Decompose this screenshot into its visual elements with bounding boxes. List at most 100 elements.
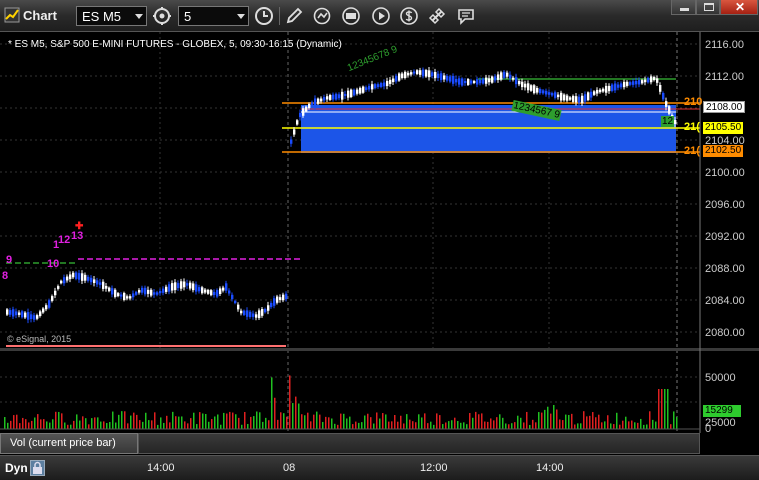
price-chart[interactable]: 2116.00 2112.00 2104.00 2100.00 2096.00 … (0, 32, 759, 433)
volume-bar (475, 411, 477, 429)
maximize-button[interactable] (696, 0, 720, 15)
horizontal-scrollbar[interactable] (138, 433, 700, 454)
volume-bar (619, 424, 621, 429)
volume-bar (592, 412, 594, 429)
candle (641, 80, 644, 84)
candle (644, 79, 647, 83)
candle (464, 80, 467, 84)
candle (153, 292, 156, 295)
candle (668, 106, 671, 114)
candle (219, 288, 222, 294)
candle (488, 78, 491, 83)
volume-bar (655, 421, 657, 429)
candle (434, 71, 437, 79)
volume-bar (103, 421, 105, 429)
volume-bar (499, 414, 501, 429)
chevron-down-icon[interactable] (135, 14, 143, 19)
volume-bar (517, 415, 519, 429)
volume-bar (379, 418, 381, 429)
volume-bar (223, 412, 225, 429)
clock-icon[interactable] (253, 5, 275, 27)
volume-bar (469, 413, 471, 429)
candle (482, 78, 485, 84)
price-tick: 2088.00 (705, 263, 745, 275)
time-axis[interactable]: Dyn 14:00 08 12:00 14:00 (0, 455, 759, 480)
candle (135, 291, 138, 295)
lock-icon[interactable] (30, 460, 45, 476)
candle (569, 97, 572, 100)
candle (584, 94, 587, 102)
candle (69, 274, 72, 280)
play-icon[interactable] (370, 5, 392, 27)
price-tick: 2116.00 (705, 39, 744, 51)
volume-bar (616, 412, 618, 429)
candle (530, 85, 533, 91)
candle (290, 139, 293, 144)
candle (401, 73, 404, 78)
volume-bar (91, 418, 93, 429)
candle (51, 296, 54, 301)
volume-bar (496, 417, 498, 429)
comment-icon[interactable] (455, 5, 477, 27)
volume-bar (250, 416, 252, 429)
symbol-link-icon[interactable] (151, 5, 173, 27)
candle (261, 308, 264, 316)
symbol-combo[interactable]: ES M5 (76, 6, 147, 26)
volume-bar (334, 423, 336, 429)
volume-bar (283, 413, 285, 429)
volume-study-label[interactable]: Vol (current price bar) (0, 433, 138, 454)
price-axis[interactable]: 2116.00 2112.00 2104.00 2100.00 2096.00 … (705, 39, 745, 339)
volume-bar (502, 417, 504, 429)
price-tick: 2092.00 (705, 231, 745, 243)
volume-grid (0, 376, 700, 403)
candle (186, 283, 189, 286)
candle (75, 272, 78, 279)
volume-bar (463, 422, 465, 429)
chart-app-icon (4, 7, 20, 23)
volume-bar (484, 421, 486, 429)
candle (617, 84, 620, 88)
time-label: 14:00 (536, 462, 564, 474)
volume-bar (523, 422, 525, 429)
candle (548, 92, 551, 95)
candle (563, 94, 566, 101)
candle (515, 77, 518, 85)
volume-bar (115, 422, 117, 429)
volume-bar (37, 414, 39, 429)
chart-area[interactable]: 2116.00 2112.00 2104.00 2100.00 2096.00 … (0, 32, 759, 455)
interval-combo[interactable]: 5 (178, 6, 249, 26)
refresh-icon[interactable] (311, 5, 333, 27)
volume-bar (664, 389, 666, 429)
close-button[interactable]: ✕ (720, 0, 758, 15)
candle (596, 89, 599, 94)
candle (18, 312, 21, 315)
minimize-button[interactable] (671, 0, 696, 15)
volume-bar (292, 403, 294, 429)
volume-bar (562, 420, 564, 429)
volume-bar (118, 414, 120, 429)
candle (323, 97, 326, 101)
volume-bar (253, 416, 255, 429)
candle (608, 85, 611, 92)
candle (443, 75, 446, 80)
candle (635, 80, 638, 85)
candle (587, 92, 590, 101)
candle (446, 75, 449, 81)
quote-window-icon[interactable] (340, 5, 362, 27)
volume-bar (505, 423, 507, 429)
pencil-icon[interactable] (283, 5, 305, 27)
chevron-down-icon[interactable] (237, 14, 245, 19)
volume-bar (436, 413, 438, 429)
candle (150, 289, 153, 296)
pane-splitter[interactable] (0, 348, 759, 351)
volume-bar (124, 411, 126, 429)
volume-bar (322, 421, 324, 429)
candle (554, 92, 557, 98)
volume-bar (307, 412, 309, 429)
currency-icon[interactable] (398, 5, 420, 27)
setup-count-10: 10 (47, 258, 60, 270)
link-icon[interactable] (426, 5, 448, 27)
candle (108, 287, 111, 292)
volume-bar (589, 415, 591, 429)
candle (455, 78, 458, 83)
